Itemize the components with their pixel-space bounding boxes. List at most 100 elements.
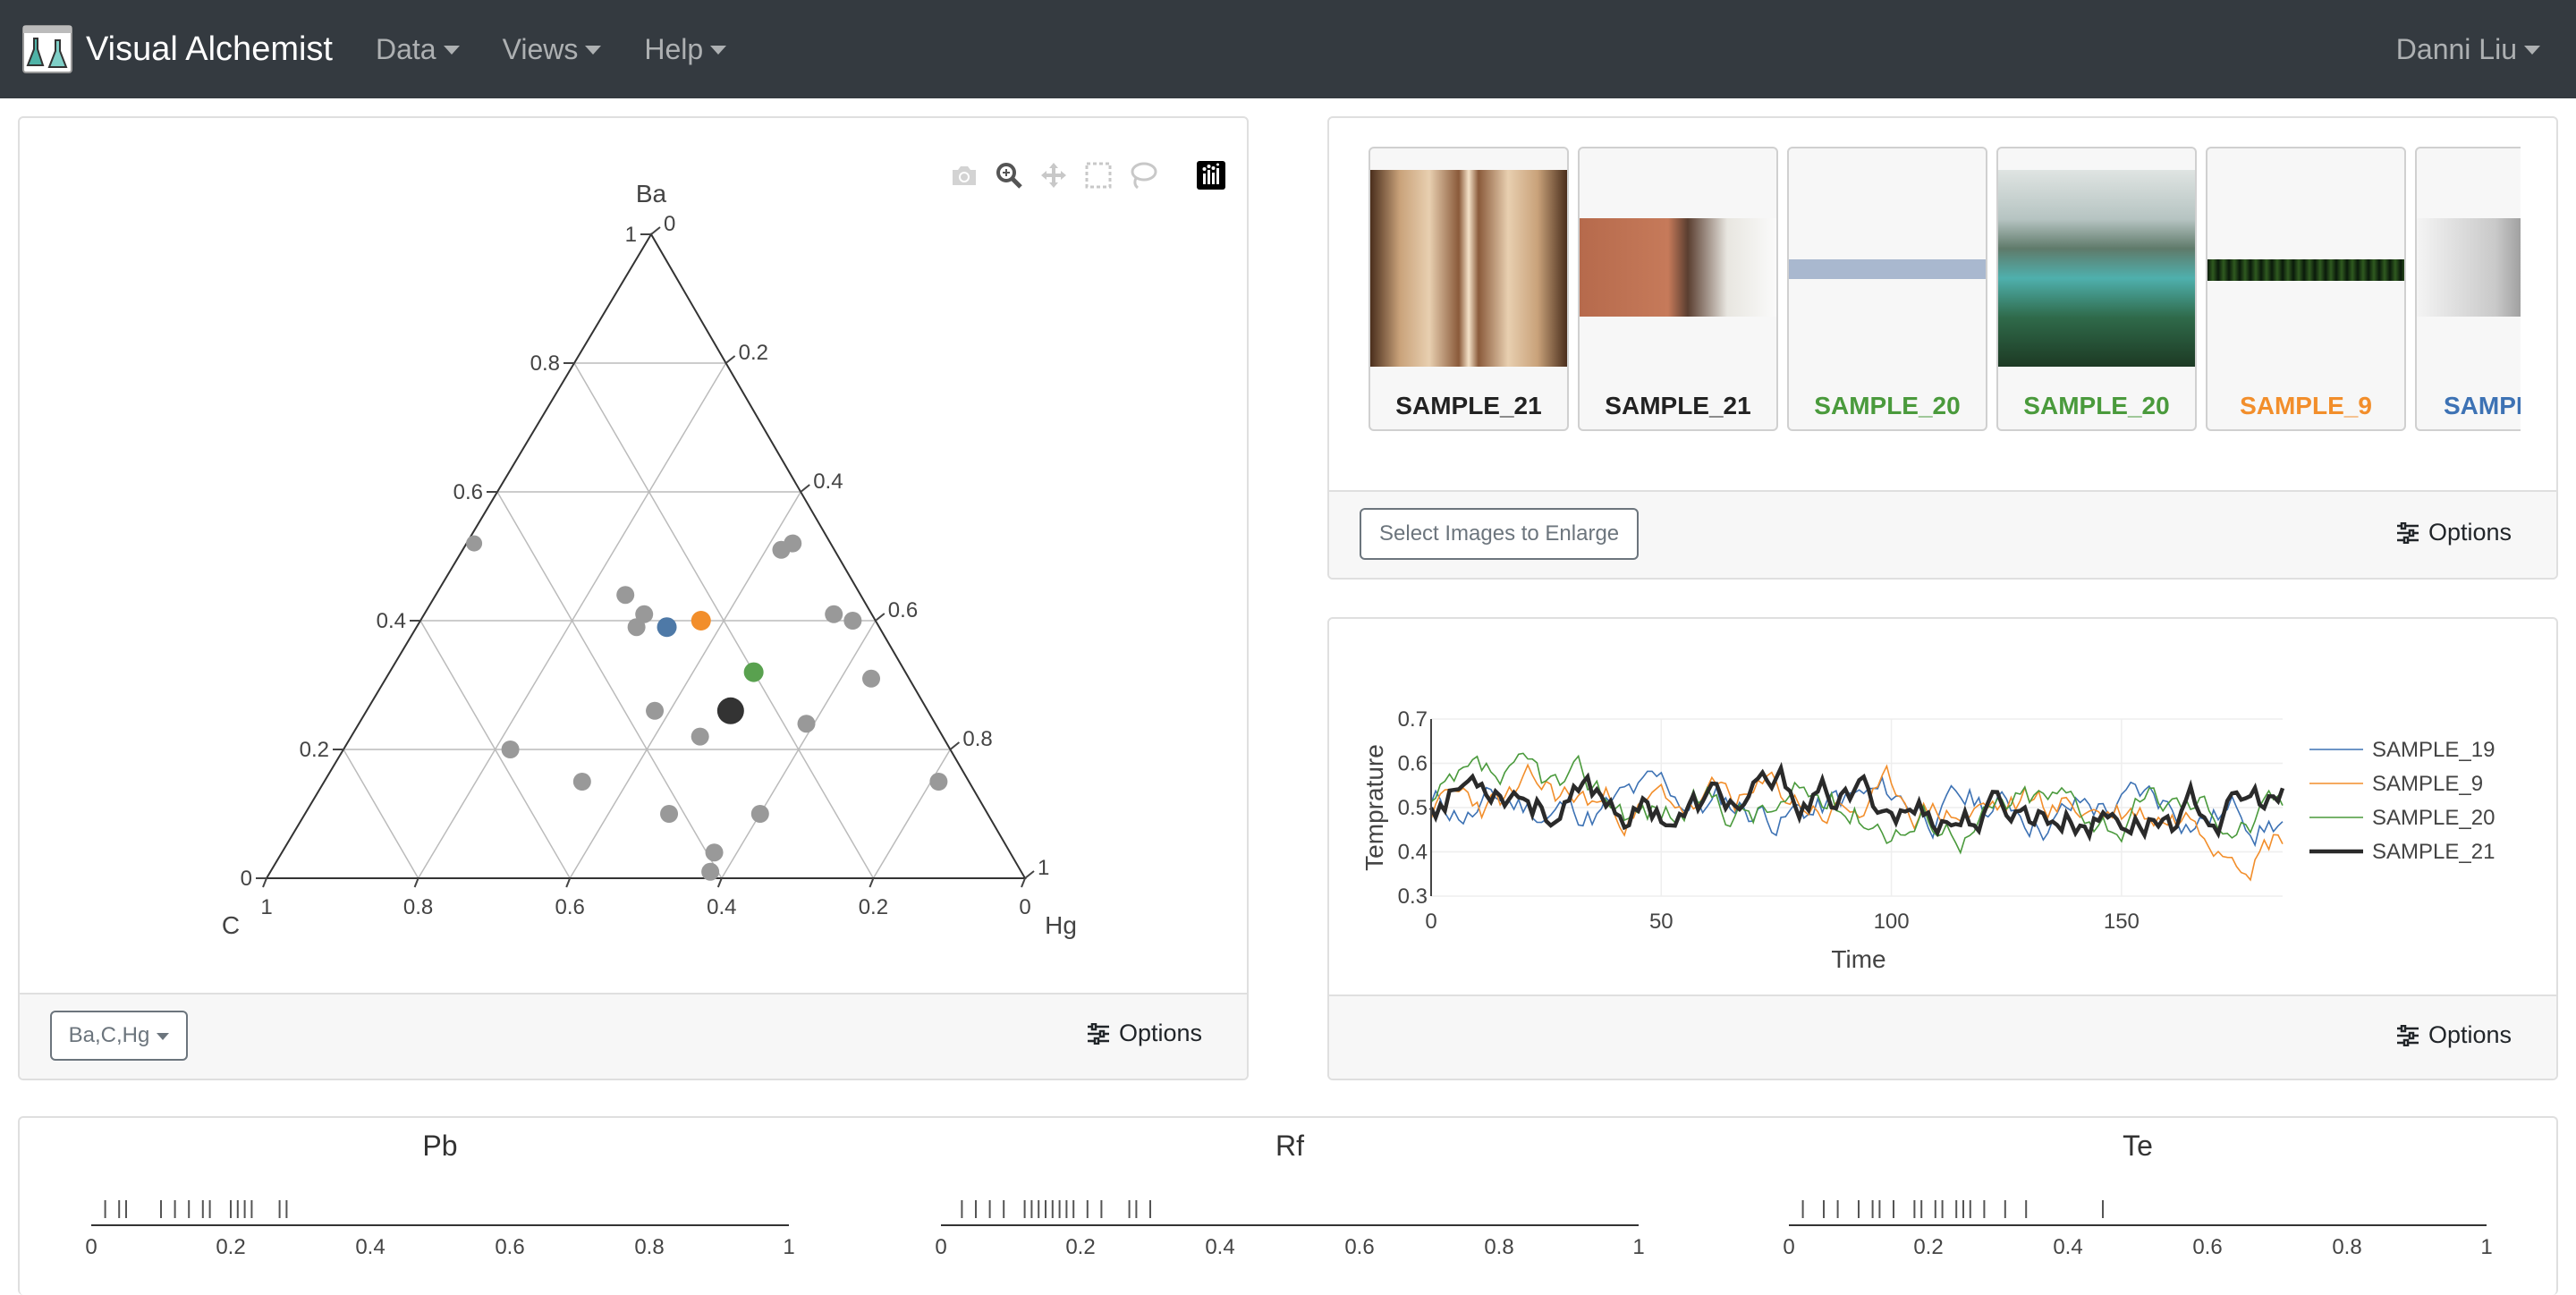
legend-label: SAMPLE_9 (2372, 772, 2483, 796)
thumbnail-label: SAMPLE_20 (1814, 392, 1961, 419)
data-point (691, 611, 711, 631)
strip-tick-label: 0.6 (1344, 1235, 1374, 1259)
series-line-sample_21 (1428, 761, 2285, 842)
strip-tick-label: 1 (2480, 1235, 2492, 1259)
menu-help[interactable]: Help (644, 33, 727, 66)
tick-label: 0.8 (403, 895, 433, 919)
data-point (797, 715, 816, 733)
y-tick-label: 0.5 (1398, 796, 1428, 820)
data-point (862, 669, 881, 688)
data-point (843, 612, 862, 630)
data-point (705, 843, 724, 862)
strip-tick-label: 1 (783, 1235, 794, 1259)
tick-label: 1 (1038, 856, 1049, 880)
tick-label: 0.6 (555, 895, 585, 919)
top-navbar: Visual Alchemist Data Views Help Danni L… (0, 0, 2576, 98)
tick-mark (724, 355, 736, 364)
grid-line (872, 749, 952, 879)
thumbnail-strip[interactable]: SAMPLE_21 SAMPLE_21 SAMPLE_20 SAMPLE_20 … (1368, 147, 2521, 442)
tick-label: 1 (625, 223, 637, 247)
blue-strip-image (1789, 259, 1986, 279)
image-gallery-card: SAMPLE_21 SAMPLE_21 SAMPLE_20 SAMPLE_20 … (1327, 116, 2558, 580)
tick-mark (262, 877, 267, 888)
y-tick-label: 0.7 (1398, 707, 1428, 732)
tick-mark (413, 877, 419, 888)
chart-legend[interactable]: SAMPLE_19 SAMPLE_9 SAMPLE_20 SAMPLE_21 (2309, 738, 2495, 864)
strip-tick-label: 0 (85, 1235, 97, 1259)
images-options-button[interactable]: Options (2396, 519, 2512, 546)
y-tick-label: 0.6 (1398, 752, 1428, 776)
line-card-footer: Options (1329, 995, 2556, 1079)
strip-tick-label: 0.4 (2053, 1235, 2082, 1259)
data-point (691, 727, 709, 746)
tick-label: 0.4 (813, 470, 843, 494)
select-images-enlarge-button[interactable]: Select Images to Enlarge (1360, 508, 1640, 560)
axes-dropdown[interactable]: Ba,C,Hg (50, 1011, 188, 1061)
thumbnail-card[interactable]: SAMPLE_9 (2206, 147, 2406, 431)
brand-link[interactable]: Visual Alchemist (21, 24, 333, 74)
temperature-line-chart[interactable]: 0.3 0.4 0.5 0.6 0.7 0 50 100 150 Time Temprature S… (1329, 619, 2558, 1000)
data-point (572, 773, 591, 791)
tick-label: 0.2 (859, 895, 888, 919)
data-point (466, 535, 483, 552)
strip-tick-label: 0.8 (634, 1235, 664, 1259)
thumbnail-card[interactable]: SAMPLE_20 (1787, 147, 1987, 431)
x-tick-label: 150 (2104, 910, 2140, 934)
chevron-down-icon (2524, 46, 2540, 55)
strip-tick-label: 0.2 (1065, 1235, 1095, 1259)
tick-label: 0.6 (888, 598, 918, 622)
tick-mark (875, 613, 886, 622)
strip-tick-label: 0.8 (1484, 1235, 1513, 1259)
sliders-icon (1087, 1022, 1109, 1045)
strip-tick-label: 0 (1783, 1235, 1794, 1259)
ternary-points (466, 534, 948, 881)
tick-mark (949, 741, 961, 750)
tick-label: 0 (664, 212, 675, 236)
thumbnail-label: SAMPLE_21 (1395, 392, 1542, 419)
user-menu[interactable]: Danni Liu (2396, 0, 2540, 98)
strip-tick-label: 0 (935, 1235, 946, 1259)
axis-title-top: Ba (636, 180, 667, 207)
tick-label: 0.4 (377, 609, 406, 633)
thumbnail-card[interactable]: SAMPLE_21 (1578, 147, 1778, 431)
x-axis-title: Time (1831, 945, 1885, 973)
chevron-down-icon (585, 46, 602, 55)
chevron-down-icon (710, 46, 727, 55)
tick-label: 0.2 (739, 341, 768, 365)
ternary-options-button[interactable]: Options (1087, 1020, 1202, 1047)
axis-title-right: Hg (1045, 911, 1077, 939)
line-options-button[interactable]: Options (2396, 1021, 2512, 1049)
chevron-down-icon (443, 46, 460, 55)
thumbnail-card[interactable]: SAMPLE_19 (2415, 147, 2521, 431)
sliders-icon (2396, 1024, 2419, 1046)
y-tick-label: 0.4 (1398, 841, 1428, 865)
ternary-outline (265, 233, 1027, 879)
strip-tick-label: 0.2 (216, 1235, 245, 1259)
thumbnail-card[interactable]: SAMPLE_20 (1996, 147, 2197, 431)
tick-mark (565, 877, 572, 888)
menu-data[interactable]: Data (376, 33, 460, 66)
data-point (750, 805, 769, 823)
line-grid (1430, 718, 2283, 897)
ternary-labels: 1 0.8 0.6 0.4 0.2 0 0 0.2 0.4 0.6 0.8 1 1 0.8 0.6 0.4 0.… (222, 180, 1077, 939)
tick-label: 0.8 (962, 727, 992, 751)
axes-dropdown-label: Ba,C,Hg (68, 1023, 150, 1047)
tick-mark (1024, 870, 1035, 879)
strip-plots[interactable]: Pb 0 0.2 0.4 0.6 0.8 1 Rf 0 0.2 0.4 0.6 0.8 1 Te 0 0.2 0.… (20, 1118, 2558, 1275)
menu-views[interactable]: Views (503, 33, 602, 66)
thumbnail-card[interactable]: SAMPLE_21 (1368, 147, 1569, 431)
data-point (701, 862, 720, 881)
thumbnail-label: SAMPLE_9 (2240, 392, 2372, 419)
images-options-label: Options (2428, 519, 2512, 546)
chevron-down-icon (157, 1033, 170, 1040)
strip-tick-label: 0.8 (2332, 1235, 2361, 1259)
data-point (929, 773, 948, 791)
ternary-plot[interactable]: 1 0.8 0.6 0.4 0.2 0 0 0.2 0.4 0.6 0.8 1 1 0.8 0.6 0.4 0.… (20, 118, 1249, 995)
tick-label: 0 (1019, 895, 1030, 919)
tick-label: 1 (260, 895, 272, 919)
line-options-label: Options (2428, 1021, 2512, 1048)
tick-mark (650, 226, 661, 235)
data-point (646, 701, 665, 720)
legend-label: SAMPLE_20 (2372, 806, 2495, 830)
data-point (501, 741, 520, 758)
